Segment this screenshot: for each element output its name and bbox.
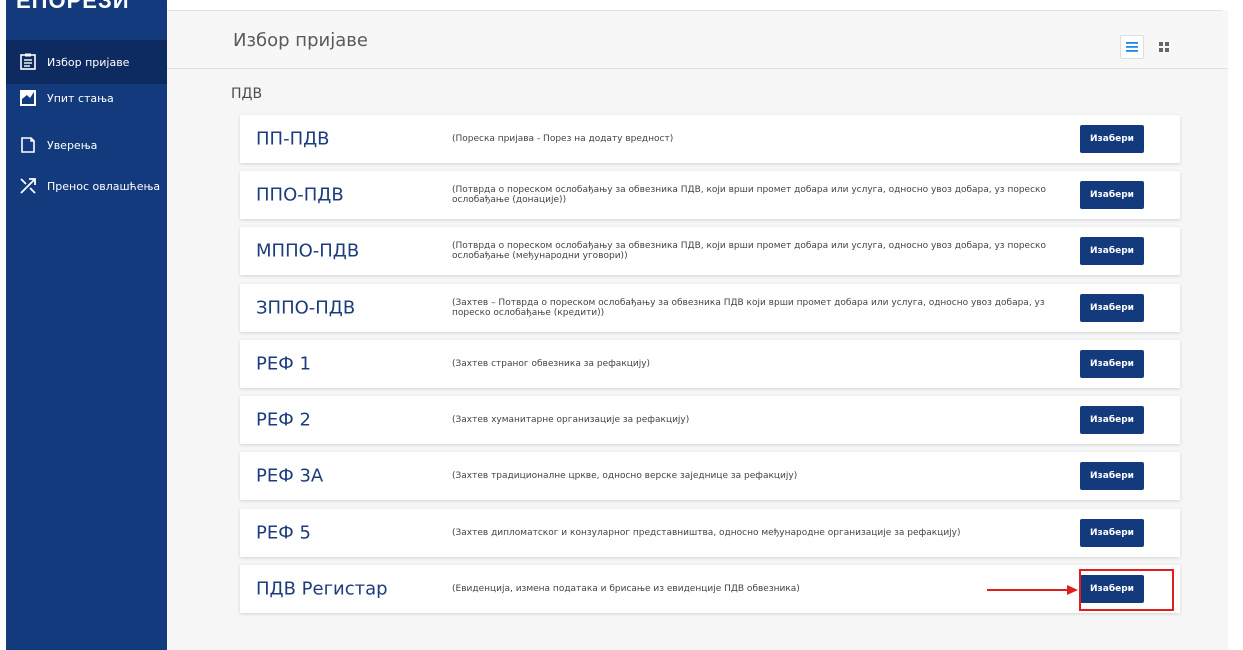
document-icon (21, 137, 35, 153)
form-code: РЕФ 2 (256, 409, 311, 431)
select-button[interactable]: Изабери (1080, 462, 1144, 490)
select-button[interactable]: Изабери (1080, 181, 1144, 209)
grid-view-icon (1159, 42, 1169, 52)
select-button[interactable]: Изабери (1080, 125, 1144, 153)
form-code: ЗППО-ПДВ (256, 297, 356, 319)
form-code: РЕФ 5 (256, 522, 311, 544)
form-code: ПДВ Регистар (256, 578, 388, 600)
grid-view-button[interactable] (1152, 35, 1176, 59)
form-description: (Захтев дипломатског и конзуларног предс… (452, 528, 961, 538)
app-logo: ЕПОРЕЗИ (16, 0, 130, 13)
form-row-zppo-pdv: ЗППО-ПДВ (Захтев – Потврда о пореском ос… (240, 284, 1180, 332)
sidebar-item-authorization-transfer[interactable]: Пренос овлашћења (6, 164, 167, 208)
form-list-icon (20, 53, 36, 70)
sidebar-item-label: Упит стања (47, 91, 114, 105)
form-description: (Захтев традиционалне цркве, односно вер… (452, 471, 798, 481)
form-row-ref-5: РЕФ 5 (Захтев дипломатског и конзуларног… (240, 509, 1180, 557)
form-description: (Захтев хуманитарне организације за рефа… (452, 415, 690, 425)
top-strip (167, 0, 1243, 11)
sidebar-item-label: Пренос овлашћења (47, 179, 161, 193)
form-code: РЕФ 3А (256, 465, 324, 487)
annotation-highlight-box (1079, 569, 1174, 611)
form-row-ref-1: РЕФ 1 (Захтев страног обвезника за рефак… (240, 340, 1180, 388)
page-title: Избор пријаве (233, 30, 368, 51)
select-button[interactable]: Изабери (1080, 519, 1144, 547)
form-description: (Захтев – Потврда о пореском ослобађању … (452, 298, 1045, 318)
select-button[interactable]: Изабери (1080, 294, 1144, 322)
list-view-icon (1126, 42, 1138, 52)
form-code: МППО-ПДВ (256, 240, 360, 262)
form-code: ПП-ПДВ (256, 128, 330, 150)
list-view-button[interactable] (1120, 35, 1144, 59)
sidebar-item-balance-inquiry[interactable]: Упит стања (6, 76, 167, 120)
sidebar-item-label: Уверења (47, 138, 98, 152)
form-description: (Евиденција, измена података и брисање и… (452, 584, 800, 594)
form-row-ppo-pdv: ППО-ПДВ (Потврда о пореском ослобађању з… (240, 171, 1180, 219)
sidebar: ЕПОРЕЗИ Избор пријаве Упит стања Уверења (6, 0, 167, 650)
page-header: Избор пријаве (167, 11, 1228, 69)
chart-icon (20, 90, 36, 106)
section-label: ПДВ (231, 86, 263, 102)
form-description: (Потврда о пореском ослобађању за обвезн… (452, 185, 1046, 205)
form-code: РЕФ 1 (256, 353, 311, 375)
form-code: ППО-ПДВ (256, 184, 344, 206)
select-button[interactable]: Изабери (1080, 406, 1144, 434)
sidebar-item-label: Избор пријаве (47, 55, 130, 69)
form-row-ref-3a: РЕФ 3А (Захтев традиционалне цркве, одно… (240, 452, 1180, 500)
main-content: Избор пријаве ПДВ ПП-ПДВ (Пореска пријав… (167, 11, 1228, 650)
right-gutter (1228, 0, 1243, 650)
form-description: (Потврда о пореском ослобађању за обвезн… (452, 241, 1046, 261)
form-description: (Пореска пријава - Порез на додату вредн… (452, 134, 674, 144)
form-row-mppo-pdv: МППО-ПДВ (Потврда о пореском ослобађању … (240, 227, 1180, 275)
form-description: (Захтев страног обвезника за рефакцију) (452, 359, 651, 369)
transfer-icon (20, 178, 36, 194)
sidebar-item-certificates[interactable]: Уверења (6, 123, 167, 167)
form-row-pp-pdv: ПП-ПДВ (Пореска пријава - Порез на додат… (240, 115, 1180, 163)
select-button[interactable]: Изабери (1080, 350, 1144, 378)
select-button[interactable]: Изабери (1080, 237, 1144, 265)
form-row-ref-2: РЕФ 2 (Захтев хуманитарне организације з… (240, 396, 1180, 444)
annotation-arrow-icon (987, 585, 1078, 595)
